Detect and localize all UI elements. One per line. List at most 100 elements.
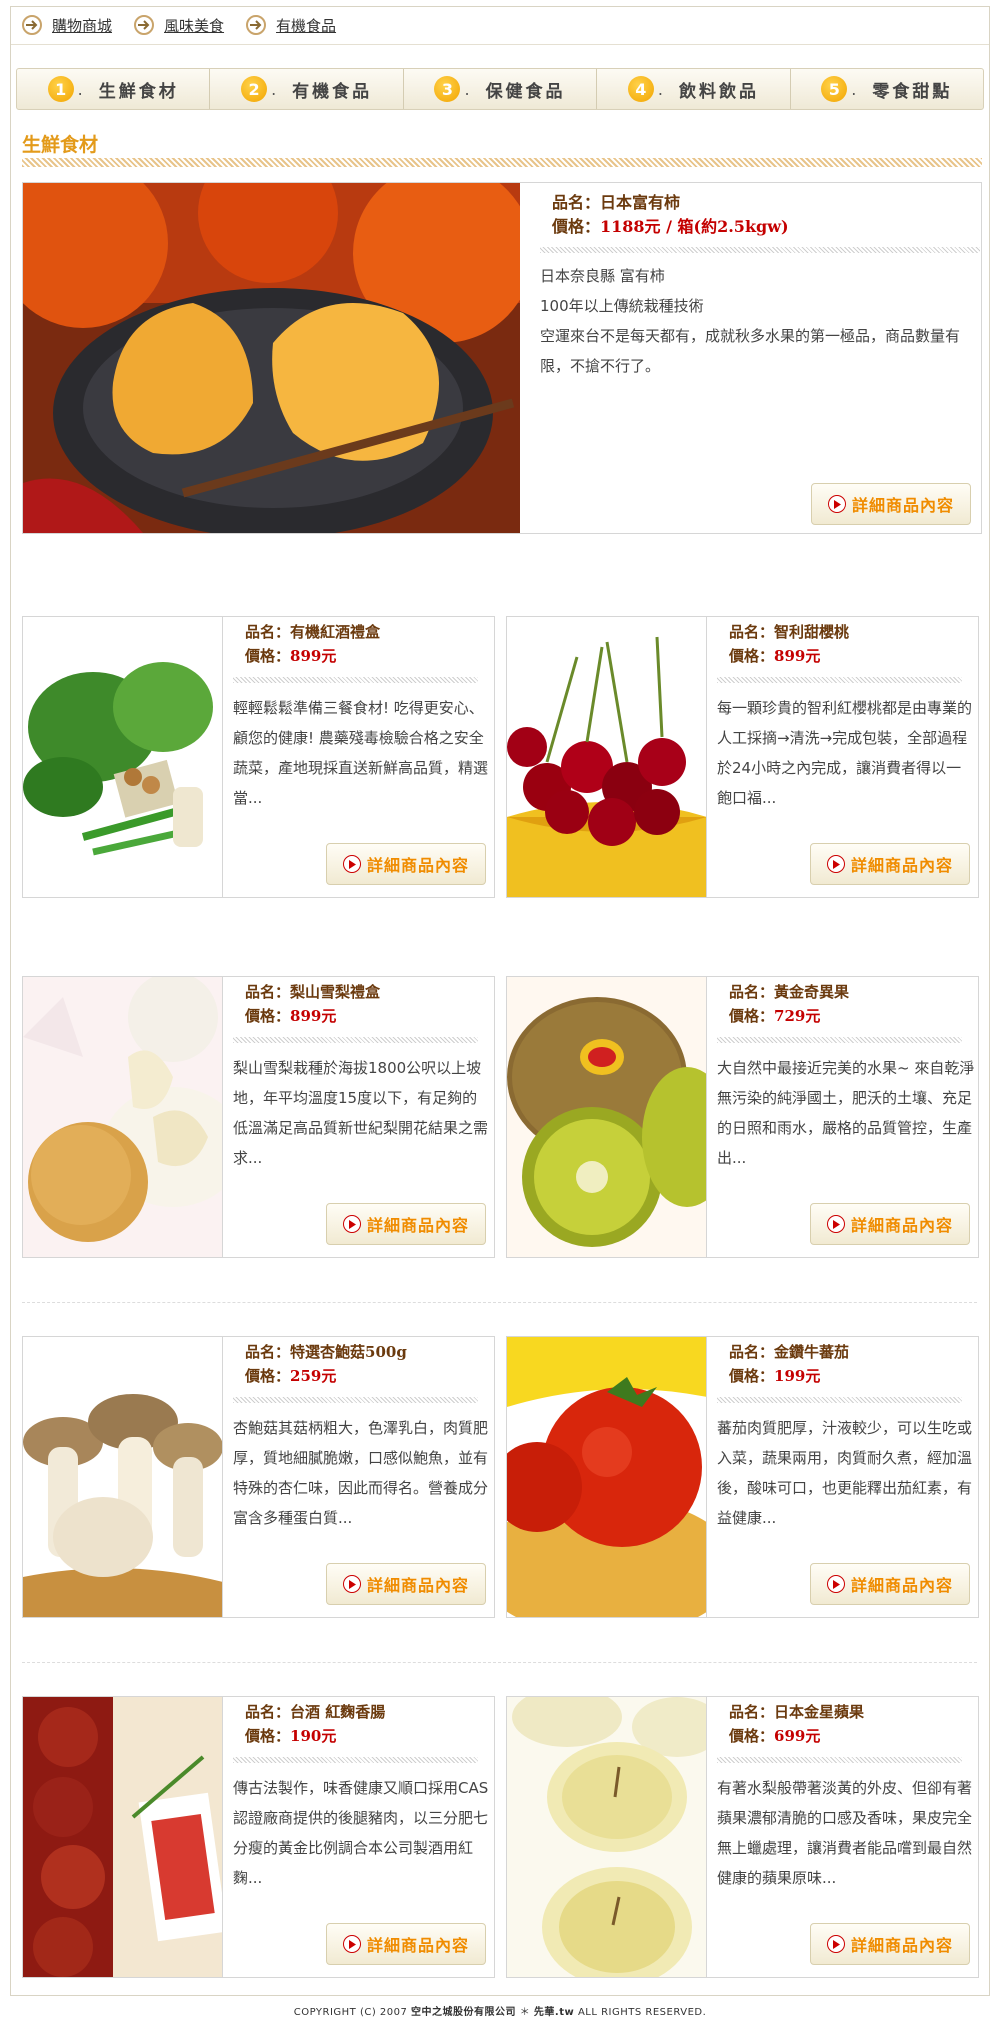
info-divider: [717, 1397, 962, 1403]
name-prefix: 品名：: [729, 1343, 775, 1361]
product-description: 輕輕鬆鬆準備三餐食材! 吃得更安心、顧您的健康! 農藥殘毒檢驗合格之安全蔬菜，產…: [233, 699, 489, 807]
section-title: 生鮮食材: [22, 134, 99, 156]
name-prefix: 品名：: [729, 983, 775, 1001]
breadcrumb-link[interactable]: 有機食品: [276, 15, 336, 36]
price-prefix: 價格：: [729, 1007, 775, 1025]
product-description: 蕃茄肉質肥厚，汁液較少，可以生吃或入菜，蔬果兩用，肉質耐久煮，經加溫後，酸味可口…: [717, 1419, 973, 1527]
detail-button-label: 詳細商品內容: [850, 1936, 953, 1955]
product-name: 品名：特選杏鮑菇500g: [245, 1341, 407, 1362]
detail-button[interactable]: 詳細商品內容: [810, 1203, 970, 1245]
number-badge: 2: [241, 76, 268, 102]
detail-button[interactable]: 詳細商品內容: [326, 1203, 486, 1245]
product-name: 品名：梨山雪梨禮盒: [245, 981, 380, 1002]
detail-button[interactable]: 詳細商品內容: [326, 843, 486, 885]
product-name: 品名：日本金星蘋果: [729, 1701, 864, 1722]
section-divider: [22, 158, 982, 167]
play-icon: [826, 855, 845, 873]
play-icon: [342, 855, 361, 873]
nav-item-drinks[interactable]: 4. 飲料飲品: [597, 69, 791, 109]
product-name-value: 日本富有柿: [600, 193, 681, 212]
mushroom-photo[interactable]: [23, 1337, 223, 1617]
price-prefix: 價格：: [245, 1007, 291, 1025]
apple-photo[interactable]: [507, 1697, 707, 1977]
detail-button[interactable]: 詳細商品內容: [811, 483, 971, 525]
detail-button-label: 詳細商品內容: [366, 1216, 469, 1235]
number-badge: 1: [47, 76, 74, 102]
product-name-value: 智利甜櫻桃: [774, 623, 850, 641]
cherries-photo[interactable]: [507, 617, 707, 897]
breadcrumb-item[interactable]: 風味美食: [134, 15, 224, 36]
kiwi-photo[interactable]: [507, 977, 707, 1257]
price-prefix: 價格：: [729, 1727, 775, 1745]
nav-item-organic[interactable]: 2. 有機食品: [210, 69, 404, 109]
info-divider: [540, 247, 980, 253]
product-price: 價格：899元: [729, 645, 820, 666]
product-card: 品名：智利甜櫻桃 價格：899元 每一顆珍貴的智利紅櫻桃都是由專業的人工採摘→清洗→…: [506, 616, 979, 898]
price-prefix: 價格：: [729, 1367, 775, 1385]
info-divider: [717, 1757, 962, 1763]
breadcrumb-item[interactable]: 購物商城: [22, 15, 112, 36]
product-description: 傳古法製作，味香健康又順口採用CAS認證廠商提供的後腿豬肉，以三分肥七分瘦的黃金…: [233, 1779, 489, 1887]
product-description: 杏鮑菇其菇柄粗大，色澤乳白，肉質肥厚，質地細膩脆嫩，口感似鮑魚，並有特殊的杏仁味…: [233, 1419, 489, 1527]
info-divider: [717, 677, 962, 683]
price-value: 259元: [290, 1367, 337, 1385]
price-value: 1188元 / 箱(約2.5kgw): [600, 217, 789, 236]
price-value: 199元: [774, 1367, 821, 1385]
nav-item-snacks[interactable]: 5. 零食甜點: [791, 69, 983, 109]
name-prefix: 品名：: [729, 623, 775, 641]
breadcrumb-link[interactable]: 購物商城: [52, 15, 112, 36]
name-prefix: 品名：: [245, 1343, 291, 1361]
nav-label: 保健食品: [485, 81, 566, 102]
play-icon: [342, 1575, 361, 1593]
play-icon: [826, 1575, 845, 1593]
nav-dot: .: [657, 79, 663, 99]
persimmon-photo[interactable]: [23, 183, 520, 533]
product-price: 價格：699元: [729, 1725, 820, 1746]
vegetables-photo[interactable]: [23, 617, 223, 897]
name-prefix: 品名：: [245, 983, 291, 1001]
price-prefix: 價格：: [729, 647, 775, 665]
product-name: 品名：金鑽牛蕃茄: [729, 1341, 849, 1362]
nav-item-fresh[interactable]: 1. 生鮮食材: [17, 69, 211, 109]
detail-button-label: 詳細商品內容: [366, 1936, 469, 1955]
nav-dot: .: [77, 79, 83, 99]
arrow-right-icon: [134, 15, 155, 35]
nav-label: 飲料飲品: [678, 81, 759, 102]
detail-button-label: 詳細商品內容: [850, 856, 953, 875]
pear-photo[interactable]: [23, 977, 223, 1257]
nav-dot: .: [271, 79, 277, 99]
name-prefix: 品名：: [245, 1703, 291, 1721]
product-price: 價格：259元: [245, 1365, 336, 1386]
tomato-photo[interactable]: [507, 1337, 707, 1617]
nav-label: 生鮮食材: [98, 81, 179, 102]
detail-button-label: 詳細商品內容: [850, 1216, 953, 1235]
number-badge: 4: [627, 76, 654, 102]
breadcrumb-link[interactable]: 風味美食: [164, 15, 224, 36]
desc-line: 日本奈良縣 富有柿: [540, 267, 665, 285]
breadcrumb: 購物商城 風味美食 有機食品: [22, 12, 358, 38]
play-icon: [827, 495, 846, 513]
product-card: 品名：黃金奇異果 價格：729元 大自然中最接近完美的水果~ 來自乾淨無污染的純淨國…: [506, 976, 979, 1258]
row-divider: [22, 1302, 977, 1303]
nav-dot: .: [464, 79, 470, 99]
detail-button[interactable]: 詳細商品內容: [810, 843, 970, 885]
rights-text: ALL RIGHTS RESERVED.: [577, 2007, 707, 2018]
product-name-value: 黃金奇異果: [774, 983, 850, 1001]
product-name-value: 台酒 紅麴香腸: [290, 1703, 386, 1721]
product-name: 品名：日本富有柿: [552, 189, 680, 213]
nav-item-health[interactable]: 3. 保健食品: [404, 69, 598, 109]
product-name-value: 日本金星蘋果: [774, 1703, 865, 1721]
info-divider: [233, 1037, 478, 1043]
info-divider: [717, 1037, 962, 1043]
name-prefix: 品名：: [729, 1703, 775, 1721]
detail-button[interactable]: 詳細商品內容: [326, 1923, 486, 1965]
sausage-photo[interactable]: [23, 1697, 223, 1977]
price-value: 190元: [290, 1727, 337, 1745]
product-price: 價格：1188元 / 箱(約2.5kgw): [552, 213, 789, 237]
price-prefix: 價格：: [245, 1727, 291, 1745]
detail-button[interactable]: 詳細商品內容: [326, 1563, 486, 1605]
breadcrumb-item[interactable]: 有機食品: [246, 15, 336, 36]
category-nav: 1. 生鮮食材 2. 有機食品 3. 保健食品 4. 飲料飲品 5. 零食甜點: [16, 68, 984, 110]
detail-button[interactable]: 詳細商品內容: [810, 1563, 970, 1605]
detail-button[interactable]: 詳細商品內容: [810, 1923, 970, 1965]
